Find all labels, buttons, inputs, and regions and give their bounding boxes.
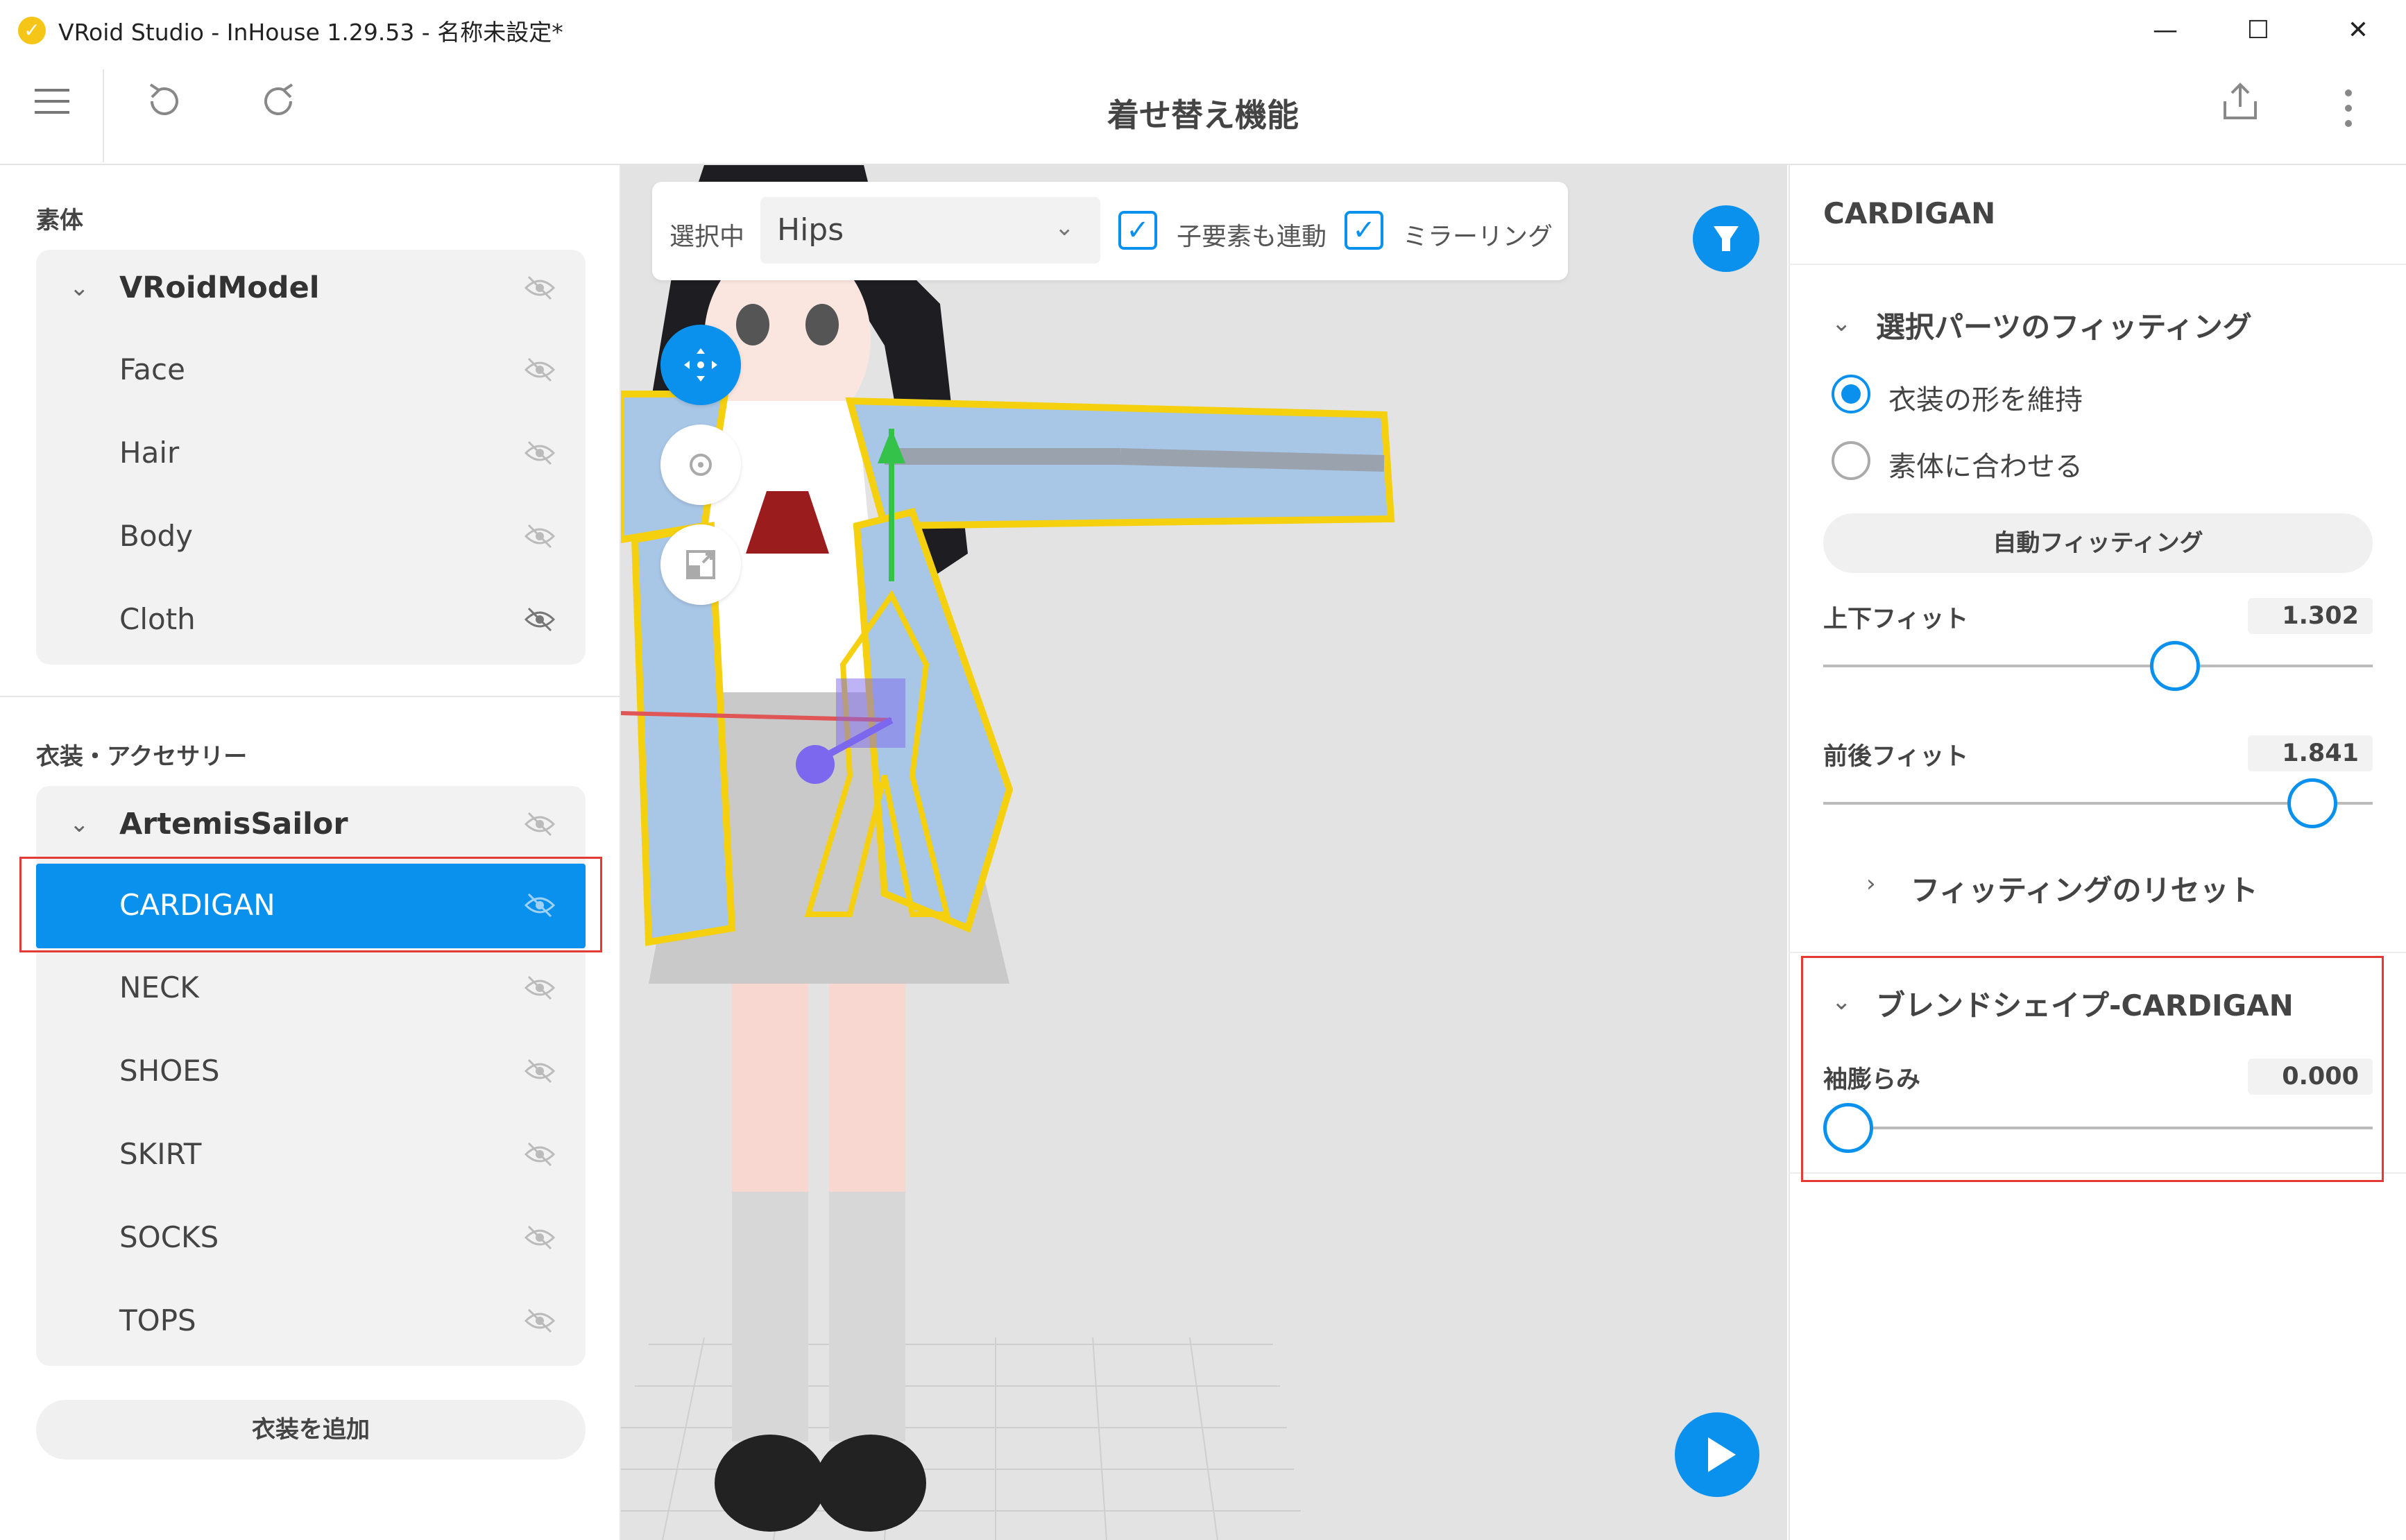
- chevron-down-icon[interactable]: ⌄: [69, 782, 89, 866]
- tree-item-body[interactable]: Body: [36, 495, 586, 578]
- link-children-checkbox[interactable]: ✓: [1118, 211, 1157, 250]
- tree-item-skirt[interactable]: SKIRT: [36, 1113, 586, 1196]
- move-arrows-icon: [684, 348, 717, 382]
- vertical-fit-slider-track[interactable]: [1823, 665, 2373, 667]
- depth-fit-slider-thumb[interactable]: [2287, 778, 2337, 828]
- rotate-tool-button[interactable]: [660, 425, 741, 505]
- vertical-fit-slider-thumb[interactable]: [2149, 641, 2200, 691]
- more-options-button[interactable]: [2317, 87, 2380, 150]
- depth-fit-label: 前後フィット: [1823, 743, 1969, 771]
- visibility-off-icon[interactable]: [523, 1140, 556, 1168]
- mirroring-checkbox[interactable]: ✓: [1345, 211, 1383, 250]
- tree-item-neck[interactable]: NECK: [36, 946, 586, 1029]
- 3d-viewport[interactable]: [621, 165, 1787, 1540]
- scale-icon: [686, 550, 715, 579]
- reset-fitting-link[interactable]: フィッティングのリセット: [1911, 867, 2258, 909]
- tree-item-socks[interactable]: SOCKS: [36, 1196, 586, 1279]
- tree-item-face[interactable]: Face: [36, 328, 586, 411]
- visibility-off-icon[interactable]: [523, 1224, 556, 1251]
- app-logo-icon: ✓: [18, 17, 46, 44]
- fit-option-label: 衣装の形を維持: [1888, 384, 2083, 416]
- right-panel-divider: [1789, 952, 2406, 953]
- visibility-off-icon[interactable]: [523, 810, 556, 838]
- tree-item-label: Body: [119, 519, 194, 553]
- selection-highlight-box: [19, 857, 602, 952]
- visibility-off-icon[interactable]: [523, 1057, 556, 1085]
- visibility-off-icon[interactable]: [523, 974, 556, 1002]
- tree-item-shoes[interactable]: SHOES: [36, 1029, 586, 1113]
- panel-title-divider: [1789, 264, 2406, 265]
- chevron-right-icon[interactable]: ›: [1866, 870, 1876, 898]
- depth-fit-value[interactable]: 1.841: [2248, 735, 2373, 771]
- chevron-down-icon[interactable]: ⌄: [1832, 309, 1852, 337]
- fitting-section-title[interactable]: 選択パーツのフィッティング: [1876, 304, 2252, 346]
- vertical-fit-value[interactable]: 1.302: [2248, 598, 2373, 634]
- tree-item-vroidmodel[interactable]: ⌄ VRoidModel: [36, 246, 586, 330]
- tree-item-label: SOCKS: [119, 1220, 219, 1254]
- auto-fitting-button[interactable]: 自動フィッティング: [1823, 513, 2373, 573]
- chevron-down-icon[interactable]: ⌄: [1055, 214, 1075, 241]
- link-children-label: 子要素も連動: [1177, 223, 1327, 251]
- chevron-down-icon[interactable]: ⌄: [69, 246, 89, 330]
- share-icon: [2224, 83, 2257, 119]
- tree-item-label: Face: [119, 352, 185, 386]
- filter-icon: [1714, 226, 1739, 251]
- more-vert-icon: [2345, 89, 2352, 127]
- outfit-section-label: 衣装・アクセサリー: [36, 743, 248, 771]
- add-outfit-button[interactable]: 衣装を追加: [36, 1400, 586, 1460]
- play-button[interactable]: [1675, 1412, 1759, 1497]
- visibility-off-icon[interactable]: [523, 1307, 556, 1335]
- visibility-off-icon[interactable]: [523, 274, 556, 302]
- visibility-off-icon[interactable]: [523, 356, 556, 384]
- fit-option-match-body-radio[interactable]: [1832, 441, 1870, 480]
- character-model: [621, 165, 1395, 1540]
- tree-item-label: TOPS: [119, 1303, 196, 1337]
- maximize-button[interactable]: ☐: [2220, 10, 2296, 51]
- minimize-button[interactable]: —: [2127, 10, 2203, 51]
- bone-select-value: Hips: [777, 212, 844, 248]
- vertical-fit-label: 上下フィット: [1823, 606, 1969, 633]
- visibility-off-icon[interactable]: [523, 606, 556, 633]
- mirroring-label: ミラーリング: [1403, 223, 1553, 251]
- body-section-label: 素体: [36, 207, 83, 234]
- tree-item-label: SKIRT: [119, 1137, 202, 1171]
- move-tool-button[interactable]: [660, 325, 741, 405]
- left-panel-divider: [0, 696, 620, 697]
- tree-item-label: VRoidModel: [119, 271, 320, 305]
- panel-title: CARDIGAN: [1823, 196, 1996, 230]
- tree-item-cloth[interactable]: Cloth: [36, 578, 586, 661]
- blendshape-highlight-box: [1801, 956, 2384, 1182]
- visibility-off-icon[interactable]: [523, 439, 556, 467]
- selecting-label: 選択中: [669, 223, 745, 251]
- tree-item-tops[interactable]: TOPS: [36, 1279, 586, 1362]
- tree-item-artemissailor[interactable]: ⌄ ArtemisSailor: [36, 782, 586, 866]
- tree-item-label: SHOES: [119, 1054, 220, 1088]
- right-panel: [1789, 165, 2406, 1540]
- scale-tool-button[interactable]: [660, 524, 741, 605]
- tree-item-hair[interactable]: Hair: [36, 411, 586, 495]
- tree-item-label: NECK: [119, 970, 199, 1004]
- tree-item-label: ArtemisSailor: [119, 807, 348, 841]
- close-button[interactable]: ✕: [2320, 10, 2396, 51]
- fit-option-keep-shape-radio[interactable]: [1832, 375, 1870, 413]
- rotate-icon: [690, 454, 712, 476]
- export-button[interactable]: [2209, 80, 2271, 143]
- play-icon: [1708, 1437, 1736, 1472]
- tree-item-label: Hair: [119, 436, 180, 470]
- window-title: VRoid Studio - InHouse 1.29.53 - 名称未設定*: [58, 19, 563, 46]
- page-title: 着せ替え機能: [1107, 96, 1299, 134]
- fit-option-label: 素体に合わせる: [1888, 451, 2083, 483]
- filter-button[interactable]: [1693, 205, 1759, 272]
- visibility-off-icon[interactable]: [523, 522, 556, 550]
- tree-item-label: Cloth: [119, 602, 196, 636]
